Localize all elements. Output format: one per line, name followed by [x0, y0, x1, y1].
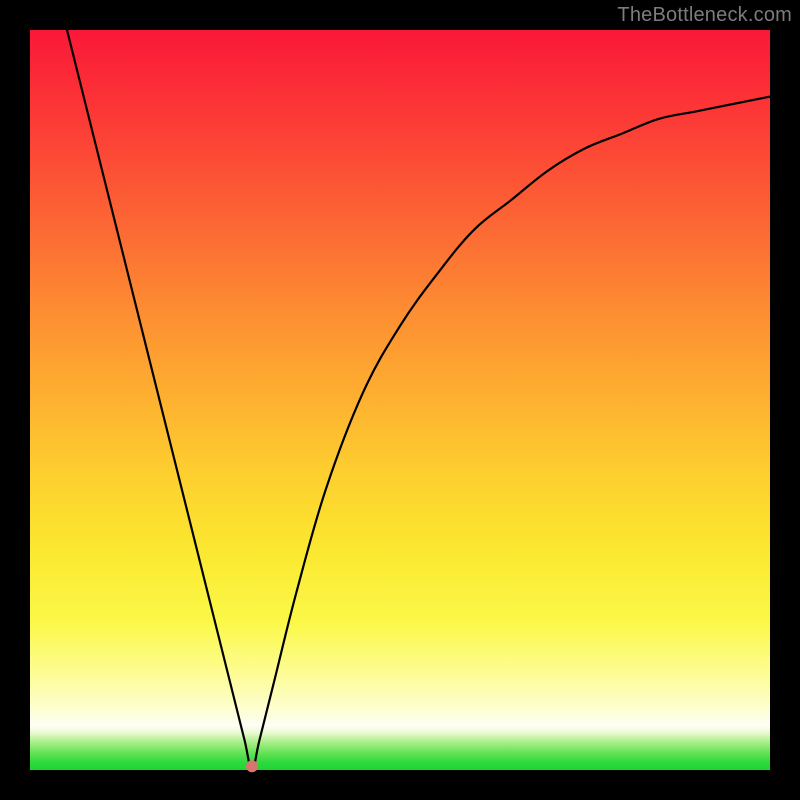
watermark-text: TheBottleneck.com	[617, 4, 792, 27]
bottleneck-curve	[30, 30, 770, 770]
plot-area	[30, 30, 770, 770]
chart-frame: TheBottleneck.com	[0, 0, 800, 800]
